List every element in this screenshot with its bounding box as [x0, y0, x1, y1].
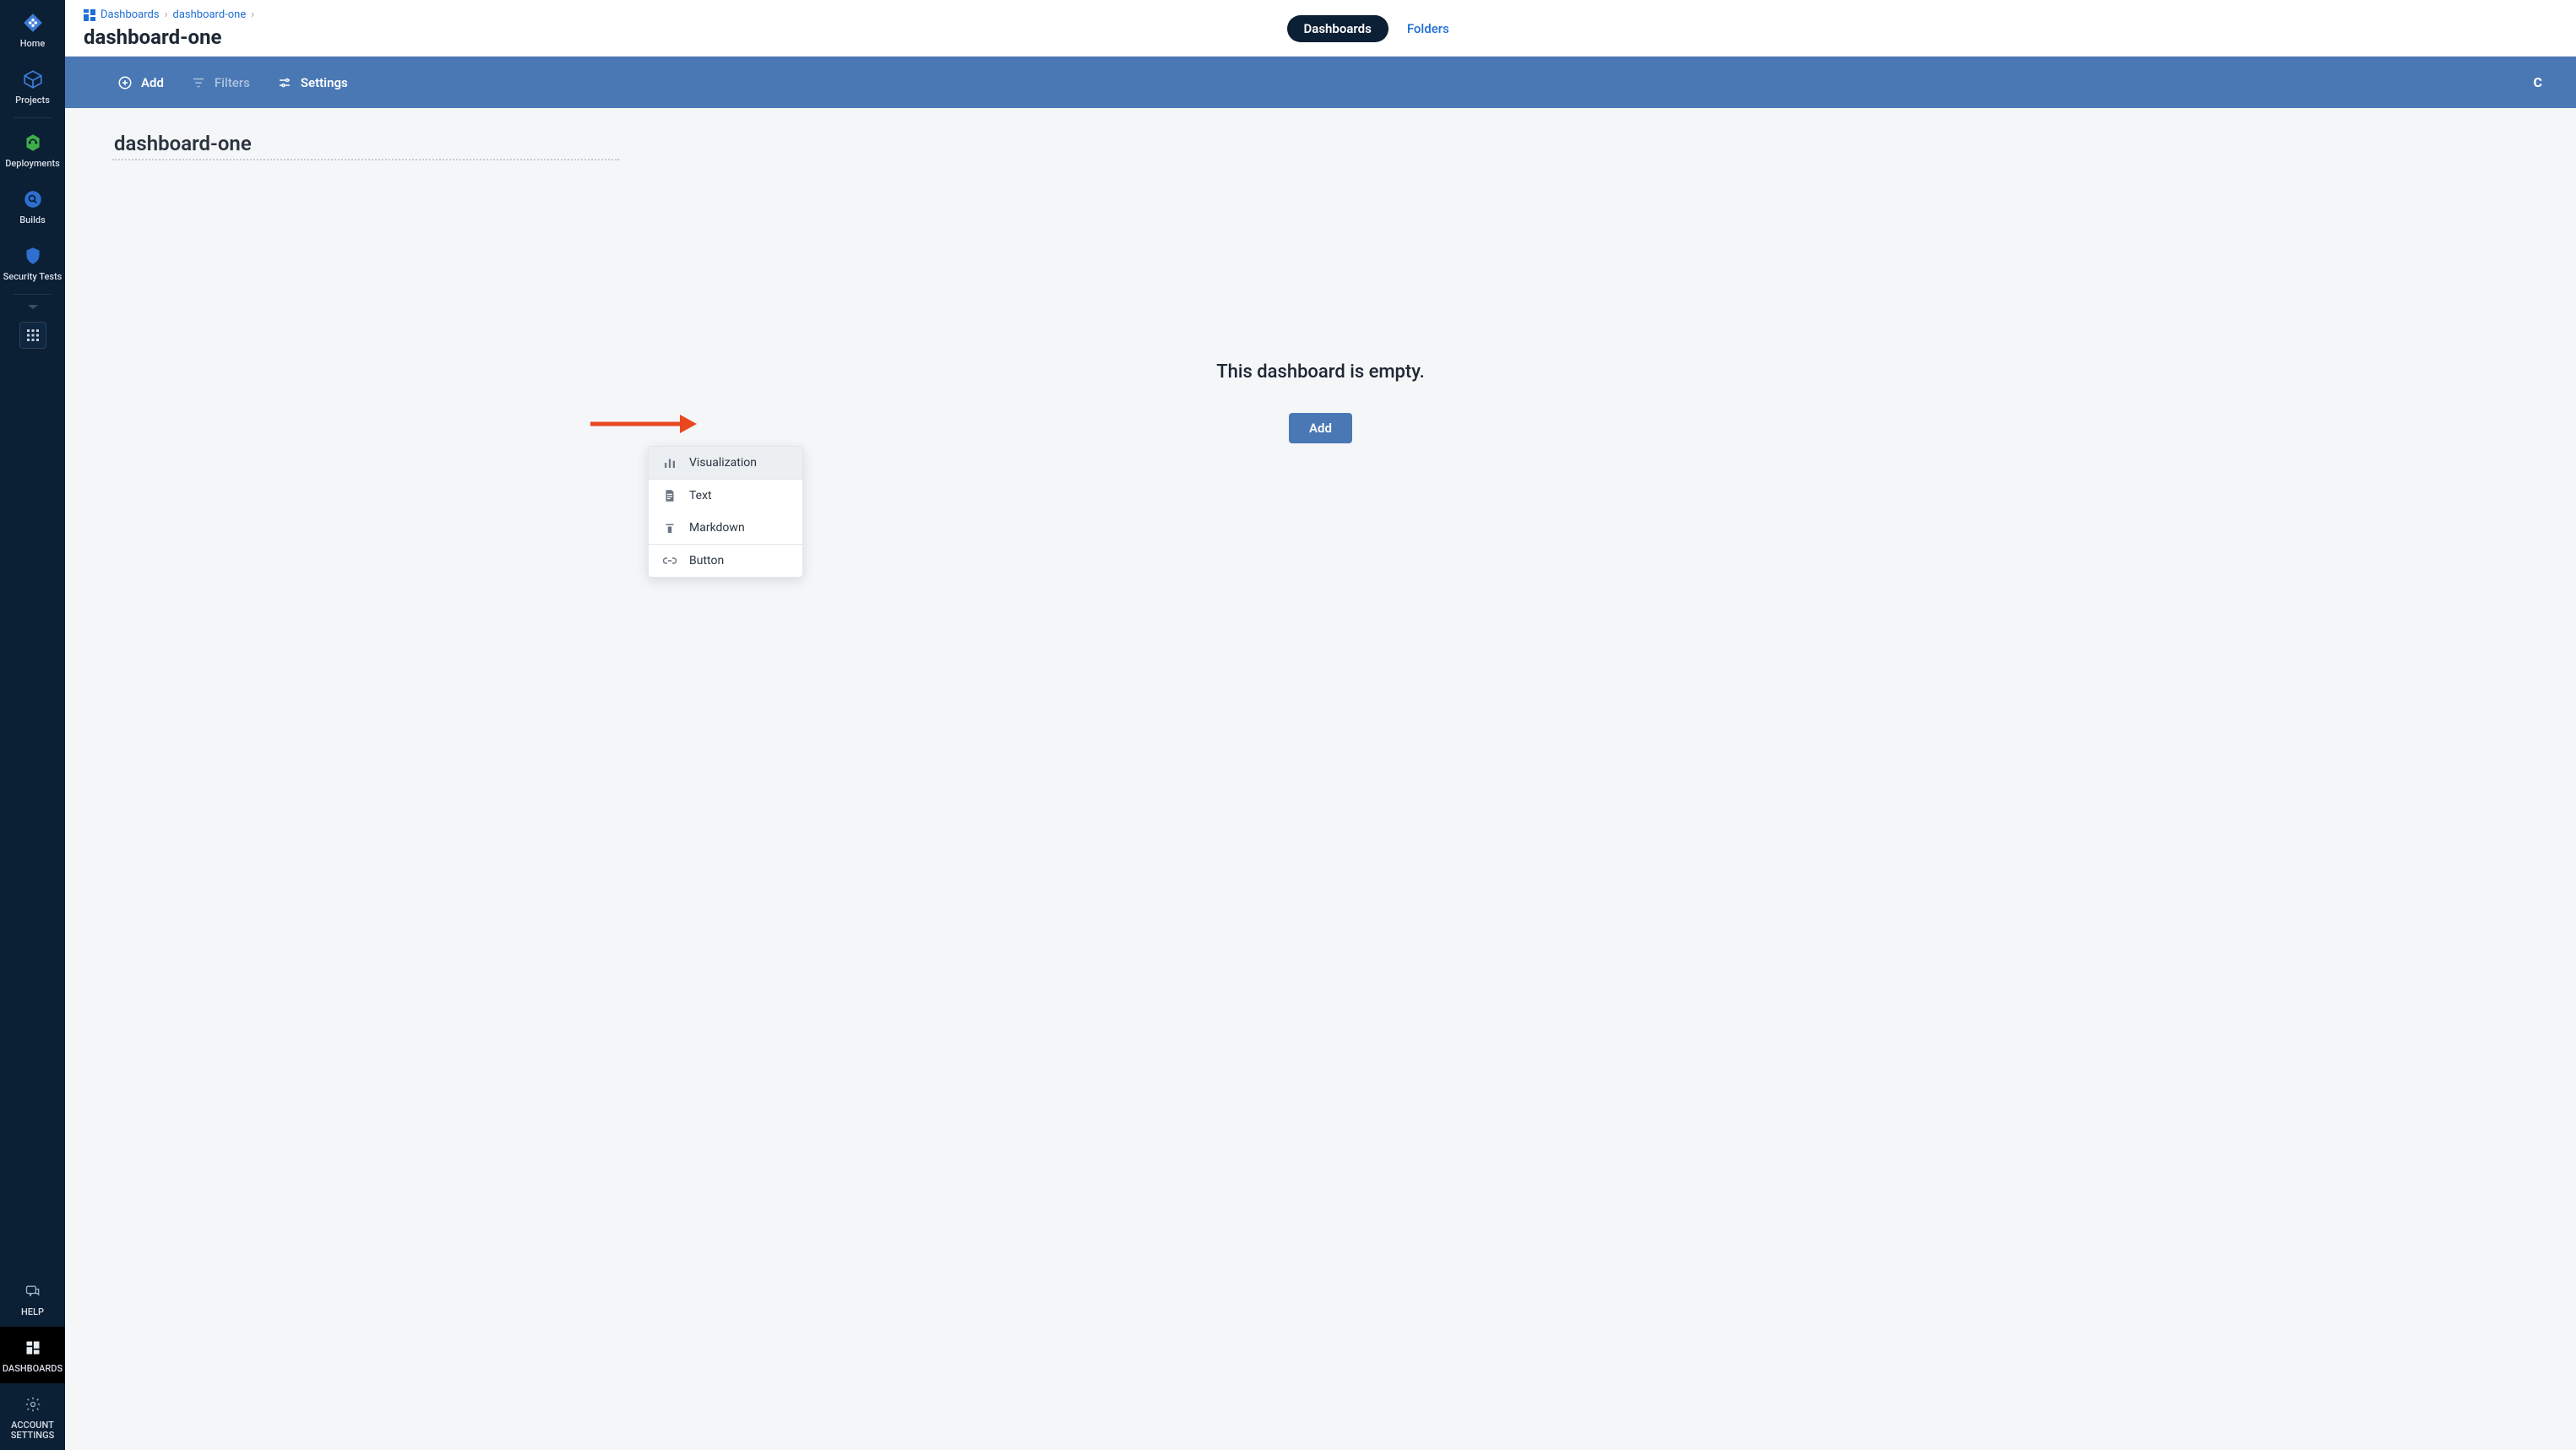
toolbar-add-button[interactable]: Add [116, 70, 166, 95]
deployments-icon [22, 132, 44, 154]
toolbar-settings-button[interactable]: Settings [275, 70, 350, 95]
sidebar-item-builds[interactable]: Builds [0, 178, 65, 235]
sidebar-item-projects[interactable]: Projects [0, 58, 65, 115]
dropdown-item-text[interactable]: Text [649, 480, 802, 512]
chevron-right-icon: › [165, 8, 168, 21]
breadcrumb: Dashboards › dashboard-one › [84, 8, 254, 21]
sidebar-item-dashboards[interactable]: DASHBOARDS [0, 1327, 65, 1383]
bar-chart-icon [662, 455, 677, 470]
text-doc-icon [662, 488, 677, 503]
dropdown-item-button[interactable]: Button [649, 545, 802, 577]
dashboard-title-input[interactable] [112, 128, 619, 160]
builds-icon [22, 188, 44, 210]
empty-state-message: This dashboard is empty. [1216, 361, 1425, 383]
markdown-icon [662, 520, 677, 535]
dashboards-crumb-icon [84, 9, 95, 21]
cube-icon [22, 68, 44, 90]
dropdown-item-label: Text [689, 489, 712, 502]
sidebar-item-label: DASHBOARDS [3, 1364, 62, 1375]
toolbar-add-label: Add [141, 75, 164, 90]
toolbar-settings-label: Settings [301, 75, 348, 90]
page-title: dashboard-one [84, 25, 222, 49]
toolbar-filters-label: Filters [215, 75, 250, 90]
tab-dashboards[interactable]: Dashboards [1287, 15, 1389, 42]
sidebar: Home Projects Deployments Builds Securit… [0, 0, 65, 1450]
annotation-arrow-icon [589, 412, 698, 436]
dropdown-item-label: Button [689, 554, 724, 568]
sidebar-item-deployments[interactable]: Deployments [0, 122, 65, 178]
topbar: Dashboards › dashboard-one › dashboard-o… [65, 0, 2576, 57]
dropdown-item-label: Visualization [689, 456, 757, 470]
toolbar-right-indicator: C [2534, 74, 2542, 90]
sidebar-item-label: ACCOUNT SETTINGS [11, 1420, 55, 1442]
view-tabs: Dashboards Folders [1287, 15, 1449, 42]
plus-circle-icon [117, 75, 133, 90]
sidebar-expand-toggle[interactable] [0, 298, 65, 318]
sidebar-item-label: HELP [21, 1307, 44, 1318]
dashboard-canvas: This dashboard is empty. Add Visualizati… [65, 108, 2576, 1450]
breadcrumb-current[interactable]: dashboard-one [173, 8, 247, 21]
sidebar-item-help[interactable]: HELP [0, 1270, 65, 1327]
gear-icon [22, 1393, 44, 1415]
sidebar-item-home[interactable]: Home [0, 0, 65, 58]
add-dropdown: Visualization Text Markdown Butto [648, 446, 803, 578]
sidebar-item-label: Security Tests [3, 272, 62, 283]
empty-state: This dashboard is empty. Add Visualizati… [65, 361, 2576, 443]
chevron-right-icon: › [251, 8, 254, 21]
filter-icon [191, 75, 206, 90]
dashboards-icon [22, 1337, 44, 1359]
sidebar-item-account-settings[interactable]: ACCOUNT SETTINGS [0, 1383, 65, 1450]
dashboard-toolbar: Add Filters Settings C [65, 57, 2576, 108]
sidebar-item-label: Deployments [5, 159, 60, 170]
dropdown-item-label: Markdown [689, 521, 745, 535]
sidebar-item-security-tests[interactable]: Security Tests [0, 235, 65, 291]
sidebar-separator [14, 294, 52, 295]
dropdown-item-visualization[interactable]: Visualization [649, 447, 802, 479]
shield-icon [22, 245, 44, 267]
link-icon [662, 553, 677, 568]
tab-folders[interactable]: Folders [1407, 21, 1449, 36]
sidebar-separator [14, 117, 52, 118]
help-icon [22, 1280, 44, 1302]
sidebar-item-label: Home [20, 39, 46, 50]
sidebar-apps-button[interactable] [19, 322, 46, 349]
dropdown-item-markdown[interactable]: Markdown [649, 512, 802, 544]
toolbar-filters-button[interactable]: Filters [189, 70, 252, 95]
breadcrumb-root[interactable]: Dashboards [101, 8, 160, 21]
sidebar-item-label: Projects [15, 95, 50, 106]
empty-add-button[interactable]: Add [1289, 413, 1352, 443]
sidebar-item-label: Builds [19, 215, 46, 226]
sliders-icon [277, 75, 292, 90]
home-logo-icon [22, 12, 44, 34]
